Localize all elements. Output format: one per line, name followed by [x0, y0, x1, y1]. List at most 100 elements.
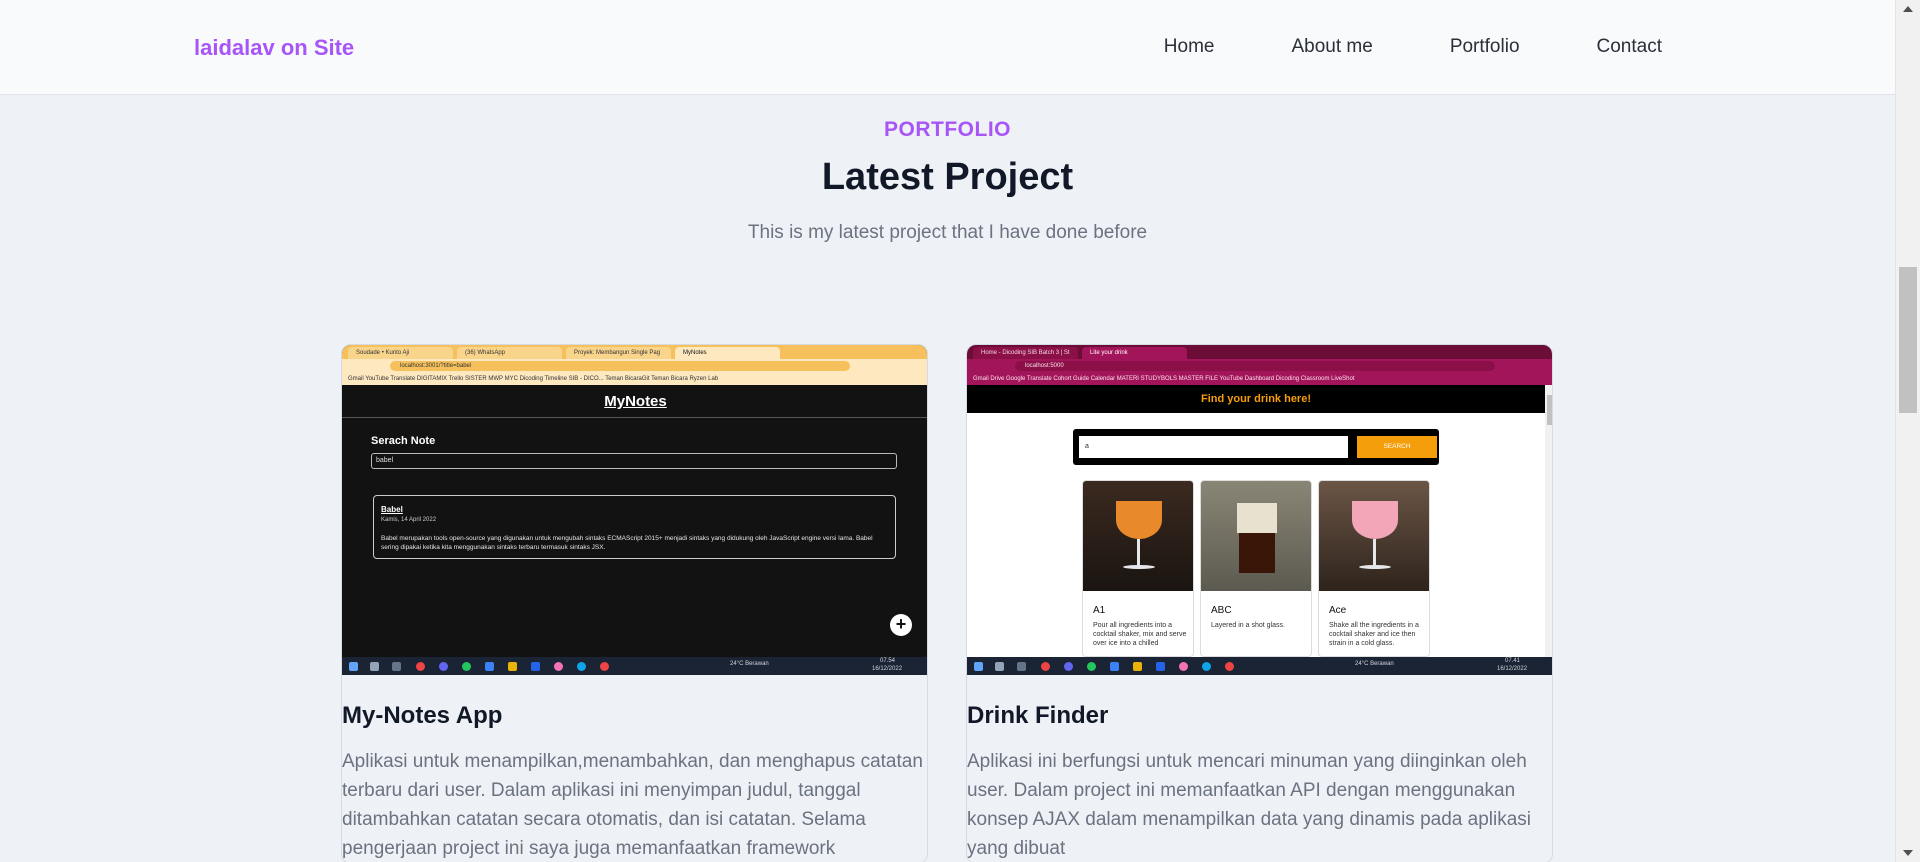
browser-address-row: localhost:3001/?title=babel: [342, 359, 927, 373]
cocktail-glass: [1352, 501, 1398, 539]
navbar: laidalav on Site Home About me Portfolio…: [0, 0, 1895, 95]
start-icon: [349, 662, 358, 671]
section-kicker: PORTFOLIO: [884, 118, 1011, 141]
divider: [342, 417, 927, 418]
page-scrollbar[interactable]: [1895, 0, 1920, 862]
vscode-icon: [485, 662, 494, 671]
taskview-icon: [1017, 662, 1026, 671]
drink-card: A1 Pour all ingredients into a cocktail …: [1082, 480, 1194, 657]
date: 16/12/2022: [1497, 666, 1528, 672]
drink-name: Ace: [1329, 605, 1347, 616]
nav-link-contact[interactable]: Contact: [1597, 36, 1662, 58]
scroll-up-arrow-icon[interactable]: [1903, 6, 1913, 12]
browser-url: localhost:5000: [1015, 361, 1495, 371]
scroll-down-arrow-icon[interactable]: [1903, 850, 1913, 856]
project-description: Aplikasi untuk menampilkan,menambahkan, …: [342, 751, 923, 859]
chrome-icon: [1225, 662, 1234, 671]
note-body: Babel merupakan tools open-source yang d…: [381, 535, 873, 551]
weather-status: 24°C Berawan: [730, 661, 769, 667]
app-icon: [577, 662, 586, 671]
shot-glass-top: [1237, 503, 1277, 533]
drinkfinder-app: Find your drink here! a SEARCH A1 Pour a…: [967, 385, 1545, 657]
edge-icon: [462, 662, 471, 671]
inner-scrollbar: [1545, 385, 1552, 657]
mynotes-title: MyNotes: [604, 393, 667, 410]
windows-taskbar: 24°C Berawan 07.54 16/12/2022: [342, 657, 927, 675]
scroll-thumb[interactable]: [1899, 267, 1917, 413]
windows-taskbar: 24°C Berawan 07.41 16/12/2022: [967, 657, 1552, 675]
chrome-icon: [600, 662, 609, 671]
browser-tab-active: Lite your drink: [1082, 347, 1187, 359]
note-date: Kamis, 14 April 2022: [381, 517, 437, 523]
drink-search-button: SEARCH: [1357, 436, 1437, 458]
chrome-icon: [1041, 662, 1050, 671]
project-card-drinkfinder[interactable]: Home - Dicoding SIB Batch 3 | St Lite yo…: [966, 344, 1553, 862]
browser-tab-strip: Soudade • Kunto Aji (36) WhatsApp Proyek…: [342, 345, 927, 359]
project-screenshot: Home - Dicoding SIB Batch 3 | St Lite yo…: [967, 345, 1552, 675]
chrome-profile-icon: [1179, 662, 1188, 671]
brand-logo[interactable]: laidalav on Site: [194, 35, 354, 61]
nav-link-portfolio[interactable]: Portfolio: [1450, 36, 1520, 58]
start-icon: [974, 662, 983, 671]
glass-stem: [1137, 539, 1140, 565]
chrome-icon: [416, 662, 425, 671]
project-title: My-Notes App: [342, 702, 503, 729]
shot-glass-bottom: [1239, 533, 1275, 573]
browser-address-row: localhost:5000: [967, 359, 1552, 373]
discord-icon: [439, 662, 448, 671]
nav-link-home[interactable]: Home: [1164, 36, 1215, 58]
app-icon: [1156, 662, 1165, 671]
date: 16/12/2022: [872, 666, 903, 672]
drink-description: Pour all ingredients into a cocktail sha…: [1093, 622, 1187, 647]
section-subtitle: This is my latest project that I have do…: [747, 222, 1148, 243]
add-note-button: +: [890, 614, 912, 636]
browser-bookmarks: Gmail Drive Google Translate Cohort Guid…: [967, 373, 1552, 385]
project-title: Drink Finder: [967, 702, 1109, 729]
clock: 07.54: [880, 658, 896, 664]
browser-tab-active: MyNotes: [675, 347, 780, 359]
search-label: Serach Note: [371, 435, 436, 447]
main-nav: Home About me Portfolio Contact: [1164, 36, 1662, 58]
browser-bookmarks: Gmail YouTube Translate DIGITAMIX Trello…: [342, 373, 927, 385]
taskview-icon: [392, 662, 401, 671]
browser-tab: Home - Dicoding SIB Batch 3 | St: [973, 347, 1078, 359]
drink-image: [1201, 481, 1311, 591]
app-icon: [531, 662, 540, 671]
section-title: Latest Project: [821, 156, 1074, 198]
folder-icon: [1133, 662, 1142, 671]
browser-tab: Proyek: Membangun Single Pag: [566, 347, 671, 359]
browser-url: localhost:3001/?title=babel: [390, 361, 850, 371]
project-screenshot: Soudade • Kunto Aji (36) WhatsApp Proyek…: [342, 345, 927, 675]
cocktail-glass: [1116, 501, 1162, 539]
note-card: Babel Kamis, 14 April 2022 Babel merupak…: [373, 495, 896, 559]
glass-base: [1123, 565, 1155, 569]
drink-banner: Find your drink here!: [967, 385, 1545, 413]
edge-icon: [1087, 662, 1096, 671]
project-description: Aplikasi ini berfungsi untuk mencari min…: [967, 751, 1531, 859]
search-input: babel: [371, 453, 897, 469]
mynotes-app: MyNotes Serach Note babel Babel Kamis, 1…: [342, 385, 927, 657]
project-card-mynotes[interactable]: Soudade • Kunto Aji (36) WhatsApp Proyek…: [341, 344, 928, 862]
nav-link-about[interactable]: About me: [1291, 36, 1372, 58]
drink-image: [1083, 481, 1193, 591]
drink-name: A1: [1093, 605, 1106, 616]
note-title: Babel: [381, 505, 403, 514]
drink-card: ABC Layered in a shot glass.: [1200, 480, 1312, 657]
drink-image: [1319, 481, 1429, 591]
browser-tab: Soudade • Kunto Aji: [348, 347, 453, 359]
search-icon: [370, 662, 379, 671]
vscode-icon: [1110, 662, 1119, 671]
chrome-profile-icon: [554, 662, 563, 671]
glass-base: [1359, 565, 1391, 569]
folder-icon: [508, 662, 517, 671]
search-icon: [995, 662, 1004, 671]
drink-name: ABC: [1211, 605, 1232, 616]
browser-tab-strip: Home - Dicoding SIB Batch 3 | St Lite yo…: [967, 345, 1552, 359]
discord-icon: [1064, 662, 1073, 671]
inner-scroll-thumb: [1547, 395, 1552, 425]
drink-description: Shake all the ingredients in a cocktail …: [1329, 622, 1419, 647]
browser-tab: (36) WhatsApp: [457, 347, 562, 359]
weather-status: 24°C Berawan: [1355, 661, 1394, 667]
app-icon: [1202, 662, 1211, 671]
clock: 07.41: [1505, 658, 1521, 664]
